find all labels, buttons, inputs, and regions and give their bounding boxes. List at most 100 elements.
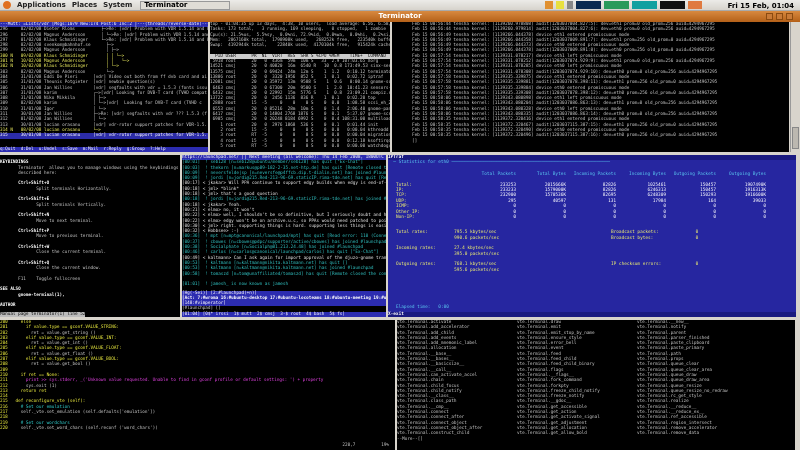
column-header: Incoming Bytes <box>616 172 666 183</box>
code-text: return ret <box>10 389 46 394</box>
attribute-column: vte.Terminal.drawvte.Terminal.emitvte.Te… <box>517 320 637 437</box>
applet-icon[interactable] <box>545 1 553 9</box>
iptraf-rates: Total rates: 795.5 kbytes/sec 990.6 pack… <box>396 230 796 278</box>
column-header: Total Bytes <box>516 172 566 183</box>
attribute-column: vte.Terminal.__new__vte.Terminal.notifyv… <box>637 320 757 437</box>
attribute-name: vte.Terminal.construct_child <box>397 431 517 436</box>
chat-line: [00:53] ! kaltmann [n=kaltmann@nikita.ka… <box>182 266 386 271</box>
message-row[interactable]: 296 02/02/08 Dieter Rloms ├─>Re: [vdr] P… <box>0 27 208 32</box>
menu-places[interactable]: Places <box>72 1 97 9</box>
elapsed-time: Elapsed time: 0:00 <box>396 305 449 310</box>
chat-line: [01:01] ! jamesh_ is now known as jamesh <box>182 282 386 287</box>
iptraf-box-title: ─ Statistics for eth0 ──────────────────… <box>388 160 796 165</box>
mutt-status-bar: q:Quit d:Del u:Undel s:Save m:Mail r:Rep… <box>0 147 208 152</box>
net-graph <box>632 1 657 9</box>
syslog-terminal[interactable]: Feb 15 00:56:44 tensha kernel: [1139260.… <box>392 22 789 152</box>
iptraf-terminal[interactable]: IPTraf ─ Statistics for eth0 ───────────… <box>388 155 796 317</box>
screen-status-bar: [01:04] [0$* irssi 1$ mutt 2$ cmsj 3-$ r… <box>182 312 386 317</box>
line-number: 216 <box>0 405 10 410</box>
attribute-name: vte.Terminal.get_allow_bold <box>517 431 637 436</box>
chat-line: [00:36] ! mpt [n=mpt@canonical/launchpad… <box>182 234 386 239</box>
code-text: elif value.type == gconf.VALUE_FLOAT: <box>10 346 121 351</box>
line-number: 211 <box>0 378 10 383</box>
manpage-terminal[interactable]: KEYBINDINGS Terminator allows you to man… <box>0 155 180 317</box>
cpu-graph <box>576 1 601 9</box>
code-text: if value.type == gconf.VALUE_STRING: <box>10 325 119 330</box>
chat-line: [00:46] ! carlos [n=carlos@canonical/lau… <box>182 250 386 255</box>
column-header: Outgoing Bytes <box>716 172 766 183</box>
more-prompt: --More--[] <box>397 437 795 442</box>
line-number: 209 <box>0 368 10 373</box>
scrollbar[interactable] <box>790 22 800 152</box>
process-row: 14521 cmsj 20 0 40820 16m 6540 R 10 0.8 … <box>210 64 390 69</box>
blank <box>396 273 796 278</box>
line-number: 201 <box>0 325 10 330</box>
code-text: # Set our wordchars <box>10 421 70 426</box>
process-row: 6905 cmsj 20 0 20248 8184 6992 S 0 0.4 1… <box>210 117 390 122</box>
notes-icon[interactable] <box>556 1 564 9</box>
irssi-terminal[interactable]: https://launchpad.net/ || Next meeting (… <box>182 155 386 317</box>
top-terminal[interactable]: top - 01:04:35 up 13 days, 4:38, 10 user… <box>210 22 390 152</box>
clock[interactable]: Fri 15 Feb, 01:04 <box>728 2 794 10</box>
stat-value: 0 <box>616 215 666 220</box>
line-number: 220 <box>0 426 10 431</box>
column-header: Total Packets <box>466 172 516 183</box>
python-help-terminal[interactable]: vte.Terminal.activatevte.Terminal.add_ac… <box>397 320 795 450</box>
maximize-button[interactable] <box>776 13 783 20</box>
column-header <box>396 172 466 183</box>
line-number: 205 <box>0 346 10 351</box>
message-row[interactable]: 309 02/02/08 karim │ └─>[vdr] Looking fo… <box>0 101 208 106</box>
top-panel: Applications Places System Terminator Fr… <box>0 0 800 11</box>
message-row[interactable]: 315 30/01/08 lucian orasanu [vdr] vdr-ro… <box>0 133 208 138</box>
code-text: self._vte.set_word_chars (self.reconf ('… <box>10 426 157 431</box>
vim-terminal[interactable]: 200 else201 if value.type == gconf.VALUE… <box>0 320 395 450</box>
code-line: 220 self._vte.set_word_chars (self.recon… <box>0 426 395 431</box>
code-text: # Set our emulation <box>10 405 70 410</box>
broadcast-stat: IP checksum errors: 0 <box>611 262 698 267</box>
attribute-column: vte.Terminal.activatevte.Terminal.add_ac… <box>397 320 517 437</box>
window-title: Terminator <box>378 12 421 20</box>
chat-line: [00:18] ! jordi [n=jordi@215.Red-213-96-… <box>182 197 386 202</box>
line-number: 208 <box>0 362 10 367</box>
iptraf-stats-table: Total PacketsTotal BytesIncoming Packets… <box>396 172 796 221</box>
menu-system[interactable]: System <box>103 1 132 9</box>
mem-graph <box>604 1 629 9</box>
stat-value: 0 <box>566 215 616 220</box>
stat-value: 0 <box>666 215 716 220</box>
mutt-terminal[interactable]: ---Mutt: =Lists/vdr [Msgs:1079 New:174 P… <box>0 22 208 152</box>
window-titlebar[interactable]: Terminator <box>0 11 800 22</box>
stat-value: 0 <box>516 215 566 220</box>
chat-line: [00:22] < elmo> well, I shouldn't be so … <box>182 213 386 218</box>
process-row: 2888 root 15 -5 0 0 0 S 0 0.0 1:08.58 sc… <box>210 101 390 106</box>
top-summary-line: Swap: 4192944k total, 22840k used, 41701… <box>210 43 390 48</box>
irssi-statusbars: [Hg(-Sei)] [2:#launchpad(+n)][Act: 7:#wr… <box>182 291 386 317</box>
process-row: 3 root RT -5 0 0 0 S 0 0.0 0:00.04 migra… <box>210 133 390 138</box>
line-number: 219 <box>0 421 10 426</box>
vim-ruler: 220,7 19% <box>342 443 389 448</box>
code-text: ret = value.get_bool () <box>10 362 90 367</box>
load-graph <box>660 1 685 9</box>
process-row: 12081 cmsj 20 0 35972 13m 9588 S 1 0.6 0… <box>210 80 390 85</box>
log-line: [] <box>392 139 789 144</box>
line-number: 212 <box>0 384 10 389</box>
minimize-button[interactable] <box>766 13 773 20</box>
chat-line: [00:01] ! seb128 [n=seb128@ubuntu/member… <box>182 160 386 165</box>
network-icon[interactable] <box>688 1 702 9</box>
exit-hint: X-exit <box>388 312 796 317</box>
code-text: sys.exit (1) <box>10 384 57 389</box>
line-number: 218 <box>0 415 10 420</box>
column-header: Incoming Packets <box>566 172 616 183</box>
line-number: 202 <box>0 331 10 336</box>
column-header: Outgoing Packets <box>666 172 716 183</box>
broadcast-stat: Broadcast bytes: 0 <box>611 236 698 241</box>
menu-applications[interactable]: Applications <box>17 1 66 9</box>
scrollbar-thumb[interactable] <box>792 127 799 149</box>
code-text: self._vte.set_emulation (self.defaults['… <box>10 410 155 415</box>
close-button[interactable] <box>786 13 793 20</box>
ubuntu-logo-icon[interactable] <box>3 1 11 9</box>
taskbar-terminator[interactable]: Terminator <box>140 1 230 10</box>
code-text: def reconfigure_vte (self): <box>10 399 85 404</box>
stat-value: 0 <box>716 215 766 220</box>
line-number: 215 <box>0 399 10 404</box>
volume-icon[interactable] <box>567 1 573 9</box>
